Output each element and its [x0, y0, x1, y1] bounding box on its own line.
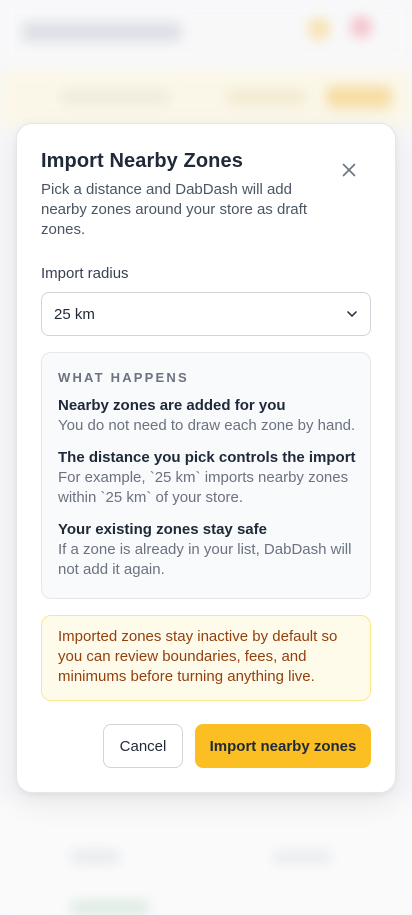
info-item: Nearby zones are added for you You do no…: [58, 396, 358, 436]
inactive-notice: Imported zones stay inactive by default …: [41, 615, 371, 701]
info-item-title: Nearby zones are added for you: [58, 397, 286, 414]
cancel-button[interactable]: Cancel: [103, 724, 183, 768]
import-radius-label: Import radius: [41, 265, 129, 282]
import-nearby-zones-button[interactable]: Import nearby zones: [195, 724, 371, 768]
chevron-down-icon: [347, 311, 357, 317]
what-happens-panel: WHAT HAPPENS Nearby zones are added for …: [41, 352, 371, 599]
info-item-desc: You do not need to draw each zone by han…: [58, 417, 356, 434]
info-item-title: The distance you pick controls the impor…: [58, 449, 356, 466]
info-item-desc: If a zone is already in your list, DabDa…: [58, 541, 352, 578]
info-item: The distance you pick controls the impor…: [58, 448, 358, 508]
dialog-subtitle: Pick a distance and DabDash will add nea…: [41, 181, 307, 238]
info-item-desc: For example, `25 km` imports nearby zone…: [58, 469, 349, 506]
import-nearby-zones-dialog: Import Nearby Zones Pick a distance and …: [16, 123, 396, 793]
import-radius-value: 25 km: [54, 305, 95, 323]
info-item-title: Your existing zones stay safe: [58, 521, 267, 538]
dialog-title: Import Nearby Zones: [41, 150, 243, 172]
import-radius-select[interactable]: 25 km: [41, 292, 371, 336]
what-happens-heading: WHAT HAPPENS: [58, 370, 189, 385]
info-item: Your existing zones stay safe If a zone …: [58, 520, 358, 580]
close-button[interactable]: [335, 156, 363, 184]
close-icon: [342, 163, 356, 177]
